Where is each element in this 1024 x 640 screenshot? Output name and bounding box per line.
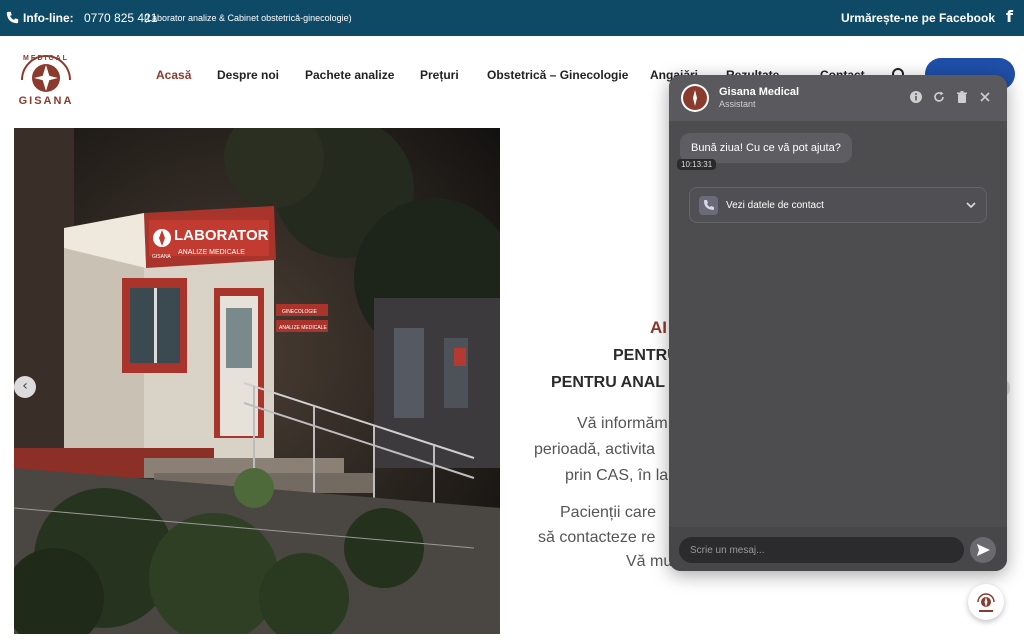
hero-slide-image: LABORATOR ANALIZE MEDICALE GISANA GINECO…	[14, 128, 500, 634]
chat-widget: Gisana Medical Assistant Bună ziua! Cu c…	[669, 75, 1007, 571]
chat-launcher-button[interactable]	[968, 584, 1004, 620]
message-timestamp: 10:13:31	[677, 159, 717, 170]
info-line-description: (Laborator analize & Cabinet obstetrică-…	[144, 13, 352, 23]
sign-brand-text: GISANA	[152, 254, 172, 260]
trash-icon[interactable]	[955, 90, 969, 104]
sign-subtext: ANALIZE MEDICALE	[178, 249, 245, 256]
hero-headline-1: AI	[650, 318, 667, 337]
info-line-label: Info-line:	[23, 11, 74, 25]
send-button[interactable]	[970, 537, 996, 563]
slider-prev-arrow[interactable]: ‹	[14, 376, 36, 398]
refresh-icon[interactable]	[932, 90, 946, 104]
info-icon[interactable]	[909, 90, 923, 104]
chat-messages	[669, 121, 1007, 527]
send-icon	[977, 544, 990, 556]
top-info-bar: Info-line: 0770 825 421 (Laborator anali…	[0, 0, 1024, 36]
chat-assistant-name: Gisana Medical	[719, 86, 800, 98]
chat-assistant-role: Assistant	[719, 99, 756, 109]
chevron-down-icon	[966, 202, 976, 209]
hero-headline-3: PENTRU ANAL	[551, 374, 666, 391]
hero-paragraph-6: Vă mu	[626, 553, 673, 570]
close-icon[interactable]	[978, 90, 992, 104]
gisana-logo[interactable]: MEDICAL GISANA	[10, 46, 82, 108]
nav-about[interactable]: Despre noi	[217, 68, 279, 82]
chat-footer	[669, 527, 1007, 571]
chat-message-input[interactable]	[679, 537, 964, 563]
door-sign-gynecology: GINECOLOGIE	[282, 309, 318, 315]
contact-details-card[interactable]: Vezi datele de contact	[689, 187, 987, 223]
hero-paragraph-2: perioadă, activita	[534, 441, 655, 458]
nav-packages[interactable]: Pachete analize	[305, 68, 394, 82]
nav-prices[interactable]: Prețuri	[420, 68, 459, 82]
gisana-mini-logo-icon	[977, 593, 995, 612]
phone-icon	[699, 196, 718, 215]
building-photo: LABORATOR ANALIZE MEDICALE GISANA GINECO…	[14, 128, 500, 634]
contact-card-label: Vezi datele de contact	[726, 200, 824, 211]
logo-brand-text: GISANA	[19, 95, 74, 107]
facebook-follow-link[interactable]: Urmărește-ne pe Facebook	[841, 11, 995, 25]
phone-icon	[6, 11, 19, 24]
logo-medical-text: MEDICAL	[23, 55, 69, 62]
chat-avatar	[681, 84, 709, 112]
nav-obstetrics[interactable]: Obstetrică – Ginecologie	[487, 68, 628, 82]
door-sign-analysis: ANALIZE MEDICALE	[279, 325, 327, 331]
nav-home[interactable]: Acasă	[156, 68, 191, 82]
chat-header: Gisana Medical Assistant	[669, 75, 1007, 121]
facebook-icon[interactable]: f	[1006, 7, 1013, 26]
hero-paragraph-4: Pacienții care	[560, 504, 657, 521]
sign-laborator-text: LABORATOR	[174, 227, 269, 244]
hero-paragraph-1: Vă informăm	[577, 415, 668, 432]
hero-paragraph-5: să contacteze re	[538, 529, 656, 546]
hero-paragraph-3: prin CAS, în la	[565, 467, 669, 484]
